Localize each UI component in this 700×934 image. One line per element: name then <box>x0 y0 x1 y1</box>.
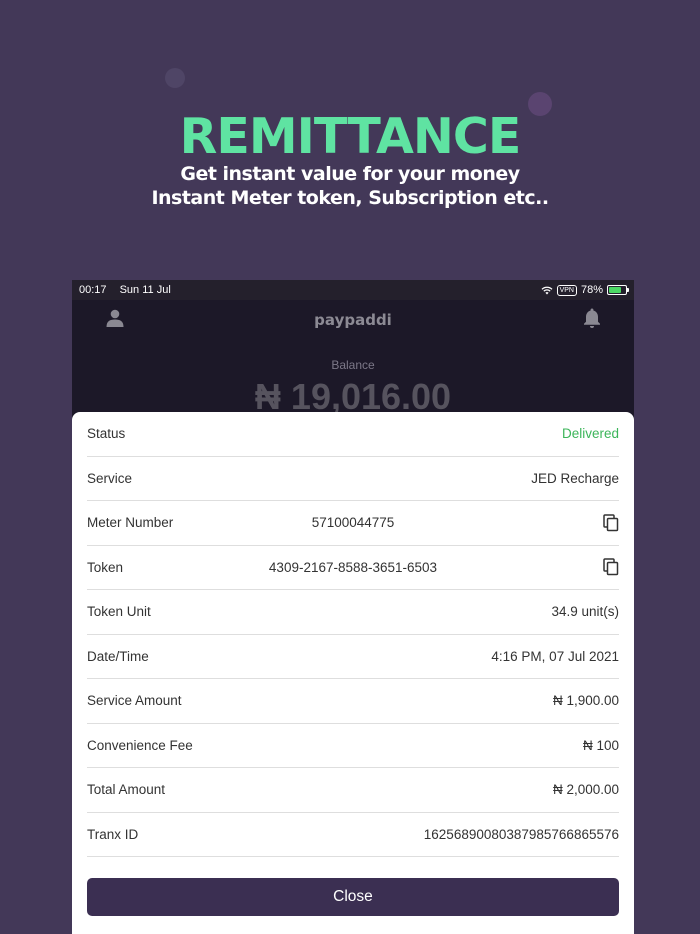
tranx-id-value: 16256890080387985766865576 <box>423 826 619 842</box>
status-bar: 00:17 Sun 11 Jul VPN 78% <box>72 280 634 300</box>
status-date: Sun 11 Jul <box>119 284 171 296</box>
detail-row-token-unit: Token Unit 34.9 unit(s) <box>87 590 619 635</box>
wifi-icon <box>541 286 553 294</box>
detail-row-tranx-id: Tranx ID 16256890080387985766865576 <box>87 813 619 857</box>
battery-icon <box>607 285 629 295</box>
meter-number-label: Meter Number <box>87 515 174 531</box>
service-value: JED Recharge <box>531 470 619 486</box>
meter-number-value: 57100044775 <box>311 515 395 531</box>
promo-subtitle-line-2: Instant Meter token, Subscription etc.. <box>151 187 549 209</box>
app-bar: paypaddi <box>72 300 634 340</box>
detail-row-token: Token 4309-2167-8588-3651-6503 <box>87 546 619 590</box>
datetime-label: Date/Time <box>87 648 149 664</box>
status-badge: Delivered <box>561 426 619 442</box>
detail-row-total-amount: Total Amount ₦ 2,000.00 <box>87 768 619 813</box>
service-amount-value: ₦ 1,900.00 <box>552 693 619 709</box>
detail-row-datetime: Date/Time 4:16 PM, 07 Jul 2021 <box>87 635 619 679</box>
service-amount-label: Service Amount <box>87 693 182 709</box>
promo-subtitle-line-1: Get instant value for your money <box>180 163 520 185</box>
token-unit-value: 34.9 unit(s) <box>551 604 619 620</box>
tranx-id-label: Tranx ID <box>87 826 139 842</box>
transaction-details-sheet: Status Delivered Service JED Recharge Me… <box>72 412 634 934</box>
detail-row-service-amount: Service Amount ₦ 1,900.00 <box>87 679 619 724</box>
battery-percent: 78% <box>580 284 603 296</box>
datetime-value: 4:16 PM, 07 Jul 2021 <box>491 648 619 664</box>
decorative-dot <box>165 68 185 88</box>
status-label: Status <box>87 426 126 442</box>
battery-level-fill <box>609 287 622 293</box>
balance-label: Balance <box>331 358 375 372</box>
close-button[interactable]: Close <box>87 878 619 916</box>
convenience-fee-value: ₦ 100 <box>582 737 619 753</box>
detail-row-status: Status Delivered <box>87 412 619 457</box>
bell-icon[interactable] <box>582 307 602 329</box>
vpn-badge: VPN <box>556 284 577 296</box>
token-label: Token <box>87 559 124 575</box>
copy-token-icon[interactable] <box>603 558 619 576</box>
service-label: Service <box>87 470 133 486</box>
status-time: 00:17 <box>79 284 107 296</box>
detail-row-convenience-fee: Convenience Fee ₦ 100 <box>87 724 619 768</box>
token-container: 4309-2167-8588-3651-6503 <box>87 560 619 575</box>
token-value: 4309-2167-8588-3651-6503 <box>268 559 438 575</box>
convenience-fee-label: Convenience Fee <box>87 737 193 753</box>
detail-row-meter-number: Meter Number 57100044775 <box>87 501 619 546</box>
promo-title: REMITTANCE <box>179 108 522 165</box>
detail-row-service: Service JED Recharge <box>87 457 619 501</box>
total-amount-value: ₦ 2,000.00 <box>552 782 619 798</box>
total-amount-label: Total Amount <box>87 782 166 798</box>
token-unit-label: Token Unit <box>87 604 151 620</box>
user-icon[interactable] <box>105 308 125 328</box>
copy-meter-number-icon[interactable] <box>603 514 619 532</box>
app-logo: paypaddi <box>314 311 392 329</box>
